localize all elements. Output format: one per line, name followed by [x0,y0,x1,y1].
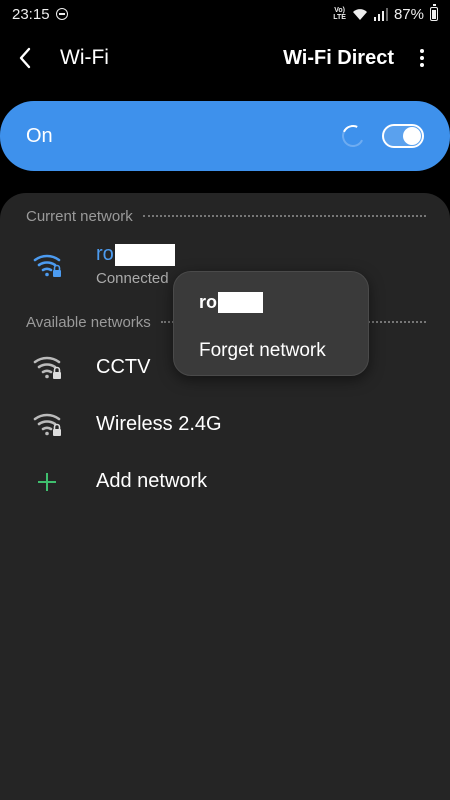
redacted-block [218,292,263,313]
wifi-lock-icon [33,356,61,379]
wifi-lock-icon [33,413,61,436]
status-time: 23:15 [12,5,50,23]
back-button[interactable] [18,38,52,78]
wifi-status-icon [352,8,367,20]
wifi-direct-button[interactable]: Wi-Fi Direct [283,47,394,70]
switch-label: On [26,124,53,147]
app-header: Wi-Fi Wi-Fi Direct [0,30,450,86]
battery-percent: 87% [393,5,424,23]
more-dot-icon [420,49,424,53]
chevron-left-icon [19,47,31,69]
network-name: Wireless 2.4G [96,413,222,435]
scanning-spinner-icon [338,121,368,151]
wifi-lock-icon [33,254,61,277]
more-dot-icon [420,63,424,67]
popup-network-name: ro [199,292,263,313]
network-name: CCTV [96,356,151,378]
more-options-button[interactable] [412,49,432,67]
plus-icon [36,471,58,493]
do-not-disturb-icon [55,8,68,20]
redacted-block [114,243,175,266]
network-item-wireless[interactable]: Wireless 2.4G [0,407,450,443]
signal-icon [373,7,388,21]
current-network-header: Current network [26,208,426,225]
page-title: Wi-Fi [60,46,109,69]
forget-network-button[interactable]: Forget network [199,340,326,362]
connection-status: Connected [96,270,169,287]
more-dot-icon [420,56,424,60]
volte-icon: Vo) LTE [333,7,346,21]
current-network-name: ro [96,243,175,266]
network-context-menu: ro Forget network [173,271,369,376]
battery-icon [430,4,438,21]
add-network-label: Add network [96,470,208,492]
wifi-toggle-switch[interactable] [382,124,424,148]
wifi-master-switch-bar[interactable]: On [0,101,450,171]
add-network-item[interactable]: Add network [0,464,450,500]
status-bar: 23:15 Vo) LTE 87% [0,0,450,28]
